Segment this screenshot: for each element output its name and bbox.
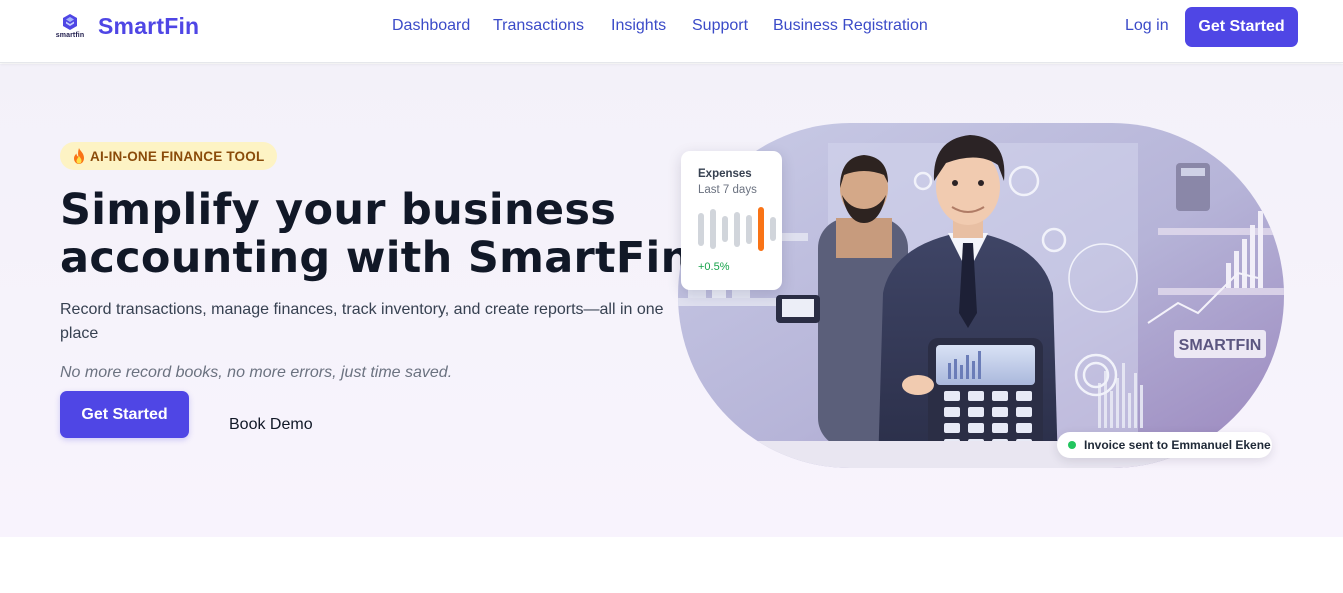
hero-headline: Simplify your business accounting with S… [60, 185, 692, 283]
expense-bar [734, 211, 740, 247]
expense-bar [722, 216, 728, 242]
smartfin-sign-text: SMARTFIN [1179, 337, 1262, 354]
expenses-card: Expenses Last 7 days +0.5% [681, 151, 782, 290]
book-demo-button[interactable]: Book Demo [229, 416, 313, 434]
nav-dashboard[interactable]: Dashboard [392, 17, 470, 35]
expense-bar [698, 212, 704, 246]
hero-tagline: No more record books, no more errors, ju… [60, 364, 453, 381]
expense-bar [746, 214, 752, 244]
brand-logo[interactable]: smartfin [52, 12, 88, 42]
get-started-button-nav[interactable]: Get Started [1185, 7, 1298, 47]
nav-insights[interactable]: Insights [611, 17, 666, 35]
hero-badge-label: AI-IN-ONE FINANCE TOOL [90, 148, 265, 164]
invoice-notification: Invoice sent to Emmanuel Ekene [1057, 432, 1272, 458]
expenses-card-title: Expenses [698, 168, 752, 180]
login-link[interactable]: Log in [1125, 17, 1169, 35]
get-started-button-hero[interactable]: Get Started [60, 391, 189, 438]
hero-badge: AI-IN-ONE FINANCE TOOL [60, 142, 278, 170]
invoice-notification-text: Invoice sent to Emmanuel Ekene [1084, 438, 1271, 452]
expense-bar [710, 209, 716, 249]
logo-icon [63, 14, 77, 30]
brand-name[interactable]: SmartFin [98, 13, 199, 40]
nav-support[interactable]: Support [692, 17, 748, 35]
expenses-change: +0.5% [698, 261, 730, 273]
nav-transactions[interactable]: Transactions [493, 17, 584, 35]
fire-icon [74, 148, 84, 164]
expenses-bar-chart [698, 207, 776, 251]
hero-subtitle: Record transactions, manage finances, tr… [60, 301, 664, 342]
nav-business-registration[interactable]: Business Registration [773, 17, 928, 35]
hero-section: AI-IN-ONE FINANCE TOOL Simplify your bus… [0, 64, 1343, 537]
expenses-card-subtitle: Last 7 days [698, 184, 757, 196]
status-dot-icon [1068, 441, 1076, 449]
expense-bar [770, 217, 776, 241]
top-nav-bar: smartfin SmartFin Dashboard Transactions… [0, 0, 1343, 63]
logo-wordmark: smartfin [55, 32, 85, 39]
expense-bar-highlight [758, 207, 764, 251]
